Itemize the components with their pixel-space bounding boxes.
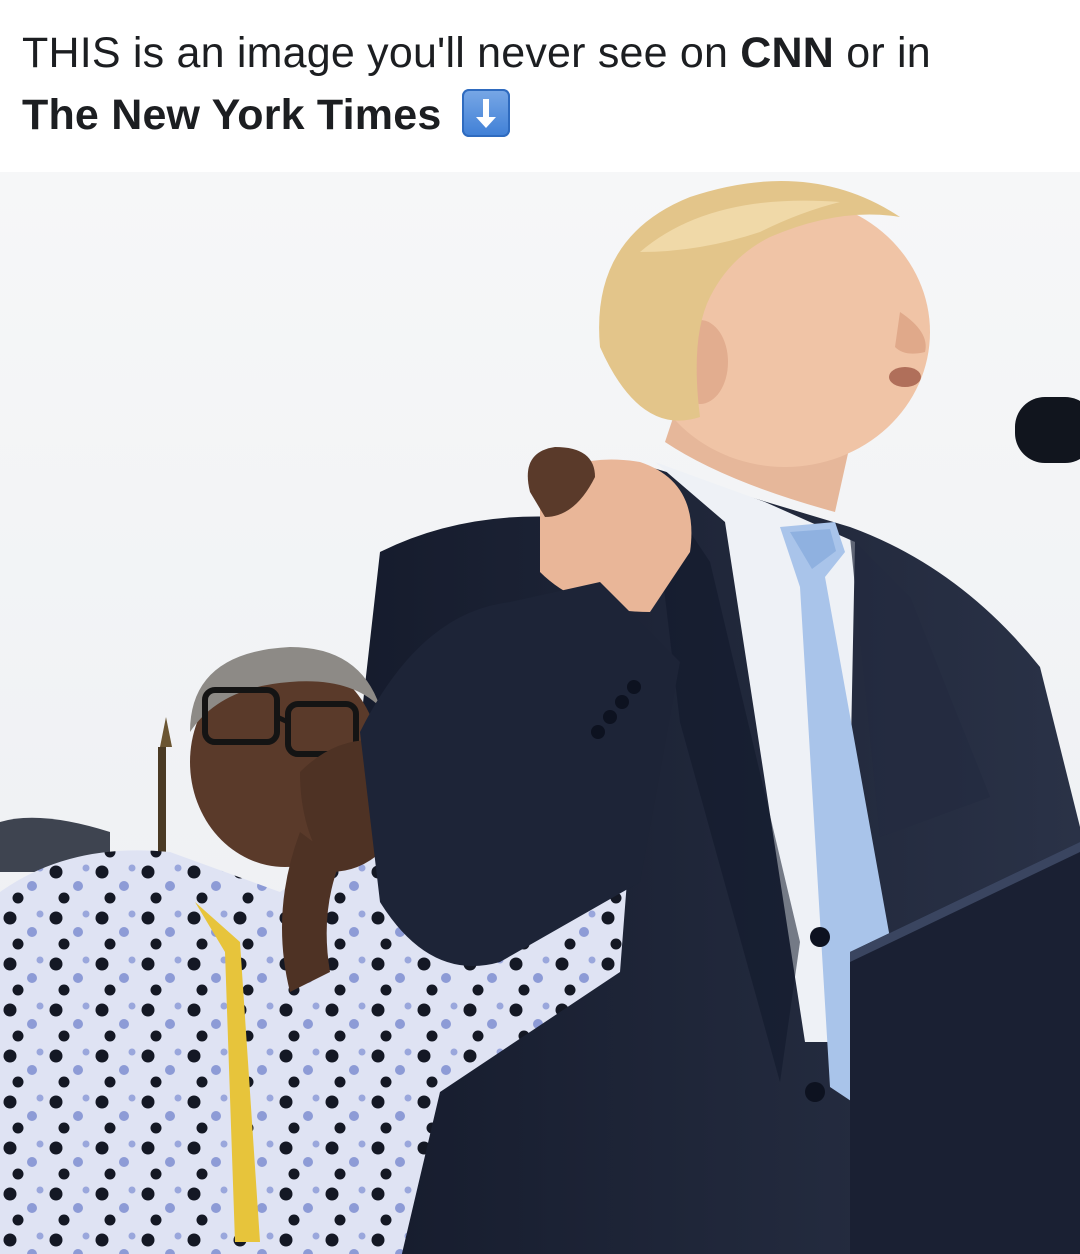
caption-cnn: CNN xyxy=(740,29,835,77)
down-arrow-icon xyxy=(461,89,510,137)
post-caption: THIS is an image you'll never see on CNN… xyxy=(22,22,1062,146)
caption-text-2: or in xyxy=(834,29,931,77)
caption-nyt: The New York Times xyxy=(22,91,442,139)
post-photo xyxy=(0,172,1080,1254)
flag-pole xyxy=(158,747,166,867)
caption-text: THIS is an image you'll never see on xyxy=(22,29,741,77)
photo-illustration xyxy=(0,172,1080,1254)
microphone xyxy=(1015,397,1080,463)
